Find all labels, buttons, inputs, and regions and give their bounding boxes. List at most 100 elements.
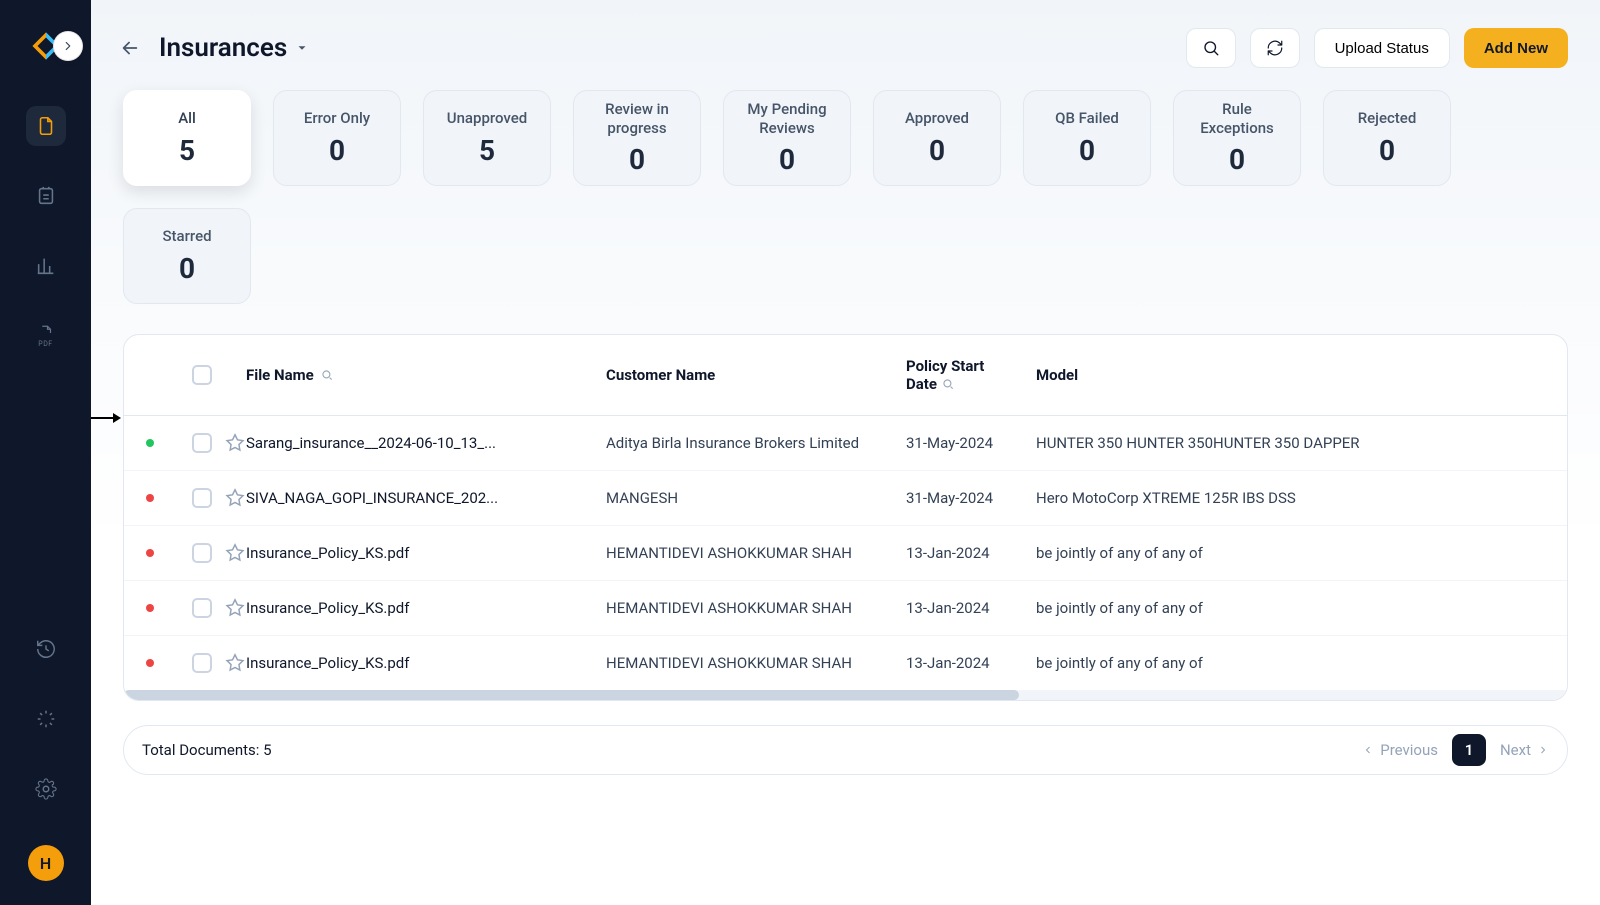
select-all-checkbox[interactable] [192,365,212,385]
cell-policy-start-date: 13-Jan-2024 [906,544,1036,562]
cell-model: HUNTER 350 HUNTER 350HUNTER 350 DAPPER [1036,434,1547,452]
cell-file-name: Insurance_Policy_KS.pdf [246,599,606,617]
cell-file-name: SIVA_NAGA_GOPI_INSURANCE_202... [246,489,606,507]
cell-customer-name: HEMANTIDEVI ASHOKKUMAR SHAH [606,599,906,617]
pagination: Previous 1 Next [1362,734,1549,766]
pager-previous[interactable]: Previous [1362,741,1438,759]
caret-down-icon [295,41,309,55]
filter-card-unapproved[interactable]: Unapproved5 [423,90,551,186]
filter-count: 0 [779,143,795,176]
nav-pdf[interactable]: PDF [26,316,66,356]
filter-card-qb-failed[interactable]: QB Failed0 [1023,90,1151,186]
sidebar-expand-button[interactable] [54,32,82,60]
star-icon[interactable] [224,597,246,619]
notes-icon [35,185,57,207]
chevron-right-icon [1537,744,1549,756]
status-dot [146,549,154,557]
filter-label: Review in progress [584,100,690,138]
star-icon[interactable] [224,432,246,454]
refresh-icon [1266,39,1284,57]
filter-card-rule-exceptions[interactable]: Rule Exceptions 0 [1173,90,1301,186]
col-model[interactable]: Model [1036,366,1547,384]
nav-analytics[interactable] [26,246,66,286]
row-checkbox[interactable] [192,653,212,673]
scrollbar-thumb[interactable] [124,690,1019,700]
star-icon[interactable] [224,652,246,674]
cell-model: be jointly of any of any of [1036,654,1547,672]
pager-page-current[interactable]: 1 [1452,734,1486,766]
topbar-left: Insurances [119,33,309,63]
table-row[interactable]: Insurance_Policy_KS.pdfHEMANTIDEVI ASHOK… [124,526,1567,581]
star-icon[interactable] [224,487,246,509]
cell-policy-start-date: 31-May-2024 [906,489,1036,507]
filter-label: Rejected [1358,109,1417,128]
col-file-name[interactable]: File Name [246,366,606,384]
cell-file-name: Insurance_Policy_KS.pdf [246,654,606,672]
row-checkbox[interactable] [192,433,212,453]
filter-label: Rule Exceptions [1184,100,1290,138]
cell-policy-start-date: 31-May-2024 [906,434,1036,452]
page-title-dropdown[interactable]: Insurances [159,33,309,63]
search-button[interactable] [1186,28,1236,68]
refresh-button[interactable] [1250,28,1300,68]
cell-customer-name: HEMANTIDEVI ASHOKKUMAR SHAH [606,544,906,562]
cell-model: be jointly of any of any of [1036,599,1547,617]
table-body: Sarang_insurance__2024-06-10_13_...Adity… [124,416,1567,690]
topbar-right: Upload Status Add New [1186,28,1568,68]
table-header: File Name Customer Name Policy Start Dat… [124,335,1567,416]
search-icon [1202,39,1220,57]
filter-label: Approved [905,109,969,128]
nav-history[interactable] [26,629,66,669]
main-content: Insurances Upload Status Add New All 5 Err… [91,0,1600,905]
filter-count: 5 [179,134,195,167]
col-policy-start-date[interactable]: Policy Start Date [906,357,1036,393]
filter-card-starred[interactable]: Starred0 [123,208,251,304]
filter-cards: All5Error Only0Unapproved5Review in prog… [91,86,1600,312]
filter-label: All [178,109,196,128]
nav-notes[interactable] [26,176,66,216]
nav-loading[interactable] [26,699,66,739]
filter-card-rejected[interactable]: Rejected 0 [1323,90,1451,186]
upload-status-button[interactable]: Upload Status [1314,28,1450,68]
star-icon[interactable] [224,542,246,564]
nav-bottom: H [0,629,91,881]
filter-label: My Pending Reviews [734,100,840,138]
nav-settings[interactable] [26,769,66,809]
filter-card-my-pending-reviews[interactable]: My Pending Reviews 0 [723,90,851,186]
table-row[interactable]: Sarang_insurance__2024-06-10_13_...Adity… [124,416,1567,471]
add-new-button[interactable]: Add New [1464,28,1568,68]
table-row[interactable]: SIVA_NAGA_GOPI_INSURANCE_202...MANGESH31… [124,471,1567,526]
row-checkbox[interactable] [192,488,212,508]
horizontal-scrollbar[interactable] [124,690,1567,700]
cell-file-name: Insurance_Policy_KS.pdf [246,544,606,562]
page-title: Insurances [159,33,287,63]
filter-label: Starred [162,227,211,246]
filter-count: 0 [1079,134,1095,167]
col-customer-name[interactable]: Customer Name [606,366,906,384]
row-checkbox[interactable] [192,543,212,563]
cell-file-name: Sarang_insurance__2024-06-10_13_... [246,434,606,452]
filter-card-review-in-progress[interactable]: Review in progress 0 [573,90,701,186]
documents-icon [35,115,57,137]
row-checkbox[interactable] [192,598,212,618]
history-icon [35,638,57,660]
filter-label: Error Only [304,109,370,128]
filter-count: 0 [1229,143,1245,176]
filter-count: 0 [1379,134,1395,167]
spinner-icon [35,708,57,730]
cell-customer-name: MANGESH [606,489,906,507]
topbar: Insurances Upload Status Add New [91,0,1600,86]
filter-label: Unapproved [447,109,527,128]
user-avatar[interactable]: H [28,845,64,881]
pager-next[interactable]: Next [1500,741,1549,759]
filter-card-all[interactable]: All 5 [123,90,251,186]
nav-documents[interactable] [26,106,66,146]
arrow-left-icon [119,37,141,59]
filter-card-approved[interactable]: Approved0 [873,90,1001,186]
table-row[interactable]: Insurance_Policy_KS.pdfHEMANTIDEVI ASHOK… [124,581,1567,636]
back-button[interactable] [119,36,143,60]
chevron-right-icon [61,39,75,53]
filter-count: 0 [629,143,645,176]
table-row[interactable]: Insurance_Policy_KS.pdfHEMANTIDEVI ASHOK… [124,636,1567,690]
filter-card-error-only[interactable]: Error Only0 [273,90,401,186]
